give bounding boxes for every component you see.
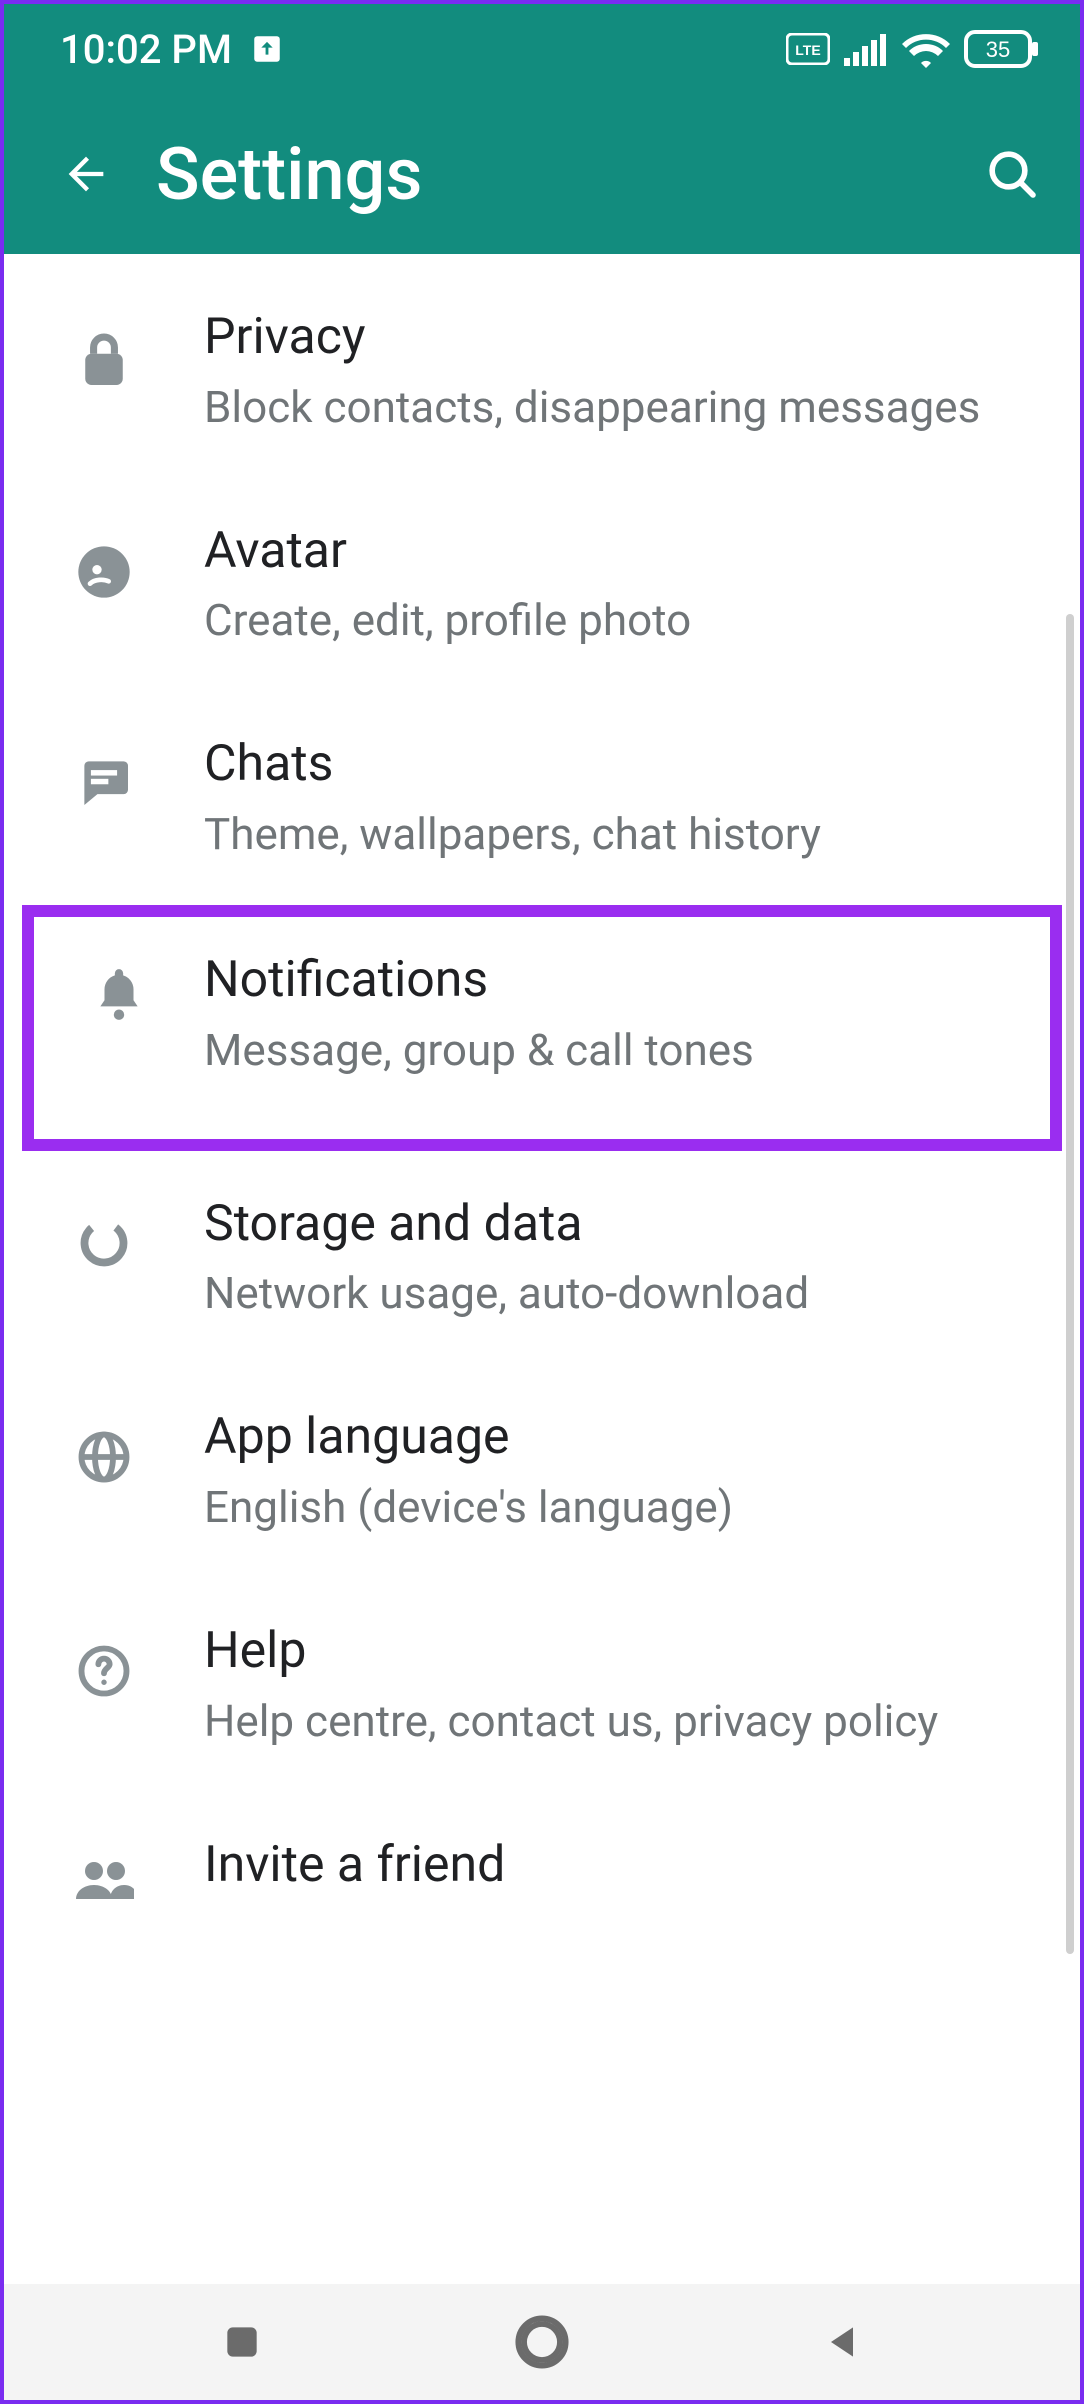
data-icon (78, 1217, 130, 1269)
status-left: 10:02 PM (60, 26, 284, 73)
nav-recents-button[interactable] (220, 2320, 264, 2364)
svg-text:LTE: LTE (795, 42, 820, 58)
arrow-left-icon (60, 148, 112, 200)
item-title: Privacy (204, 306, 1010, 369)
item-title: Storage and data (204, 1193, 1010, 1256)
system-nav-bar (4, 2284, 1080, 2400)
item-title: Notifications (204, 949, 1000, 1012)
nav-home-button[interactable] (515, 2315, 569, 2369)
scrollbar[interactable] (1066, 614, 1074, 1954)
item-subtitle: Message, group & call tones (204, 1022, 1000, 1079)
settings-item-privacy[interactable]: Privacy Block contacts, disappearing mes… (4, 264, 1080, 478)
status-bar: 10:02 PM LTE 35 (4, 4, 1080, 94)
triangle-left-icon (820, 2320, 864, 2364)
settings-item-language[interactable]: App language English (device's language) (4, 1364, 1080, 1578)
settings-item-help[interactable]: Help Help centre, contact us, privacy po… (4, 1578, 1080, 1792)
settings-list: Privacy Block contacts, disappearing mes… (4, 254, 1080, 1908)
status-time: 10:02 PM (60, 26, 232, 73)
lock-icon (79, 330, 129, 390)
chat-icon (77, 757, 131, 805)
help-icon (77, 1644, 131, 1698)
item-title: App language (204, 1406, 1010, 1469)
settings-item-storage[interactable]: Storage and data Network usage, auto-dow… (4, 1151, 1080, 1365)
globe-icon (77, 1430, 131, 1484)
item-subtitle: Theme, wallpapers, chat history (204, 806, 1010, 863)
item-title: Avatar (204, 520, 1010, 583)
item-subtitle: Help centre, contact us, privacy policy (204, 1693, 1010, 1750)
upload-icon (250, 32, 284, 66)
square-icon (220, 2320, 264, 2364)
battery-icon: 35 (964, 30, 1040, 68)
wifi-icon (902, 30, 950, 68)
back-button[interactable] (60, 148, 112, 200)
status-right: LTE 35 (786, 30, 1040, 68)
volte-icon: LTE (786, 33, 830, 65)
page-title: Settings (156, 132, 940, 217)
avatar-icon (76, 544, 132, 600)
item-subtitle: English (device's language) (204, 1479, 1010, 1536)
circle-icon (515, 2315, 569, 2369)
search-button[interactable] (984, 146, 1040, 202)
settings-item-notifications[interactable]: Notifications Message, group & call tone… (22, 905, 1062, 1151)
item-title: Help (204, 1620, 1010, 1683)
settings-item-avatar[interactable]: Avatar Create, edit, profile photo (4, 478, 1080, 692)
item-title: Chats (204, 733, 1010, 796)
people-icon (74, 1858, 134, 1900)
signal-icon (844, 32, 888, 66)
settings-item-chats[interactable]: Chats Theme, wallpapers, chat history (4, 691, 1080, 905)
battery-text: 35 (986, 37, 1010, 62)
settings-item-invite[interactable]: Invite a friend (4, 1792, 1080, 1908)
item-subtitle: Create, edit, profile photo (204, 592, 1010, 649)
item-title: Invite a friend (204, 1834, 1010, 1897)
nav-back-button[interactable] (820, 2320, 864, 2364)
item-subtitle: Network usage, auto-download (204, 1265, 1010, 1322)
search-icon (984, 146, 1040, 202)
item-subtitle: Block contacts, disappearing messages (204, 379, 1010, 436)
app-bar: Settings (4, 94, 1080, 254)
bell-icon (94, 965, 144, 1023)
